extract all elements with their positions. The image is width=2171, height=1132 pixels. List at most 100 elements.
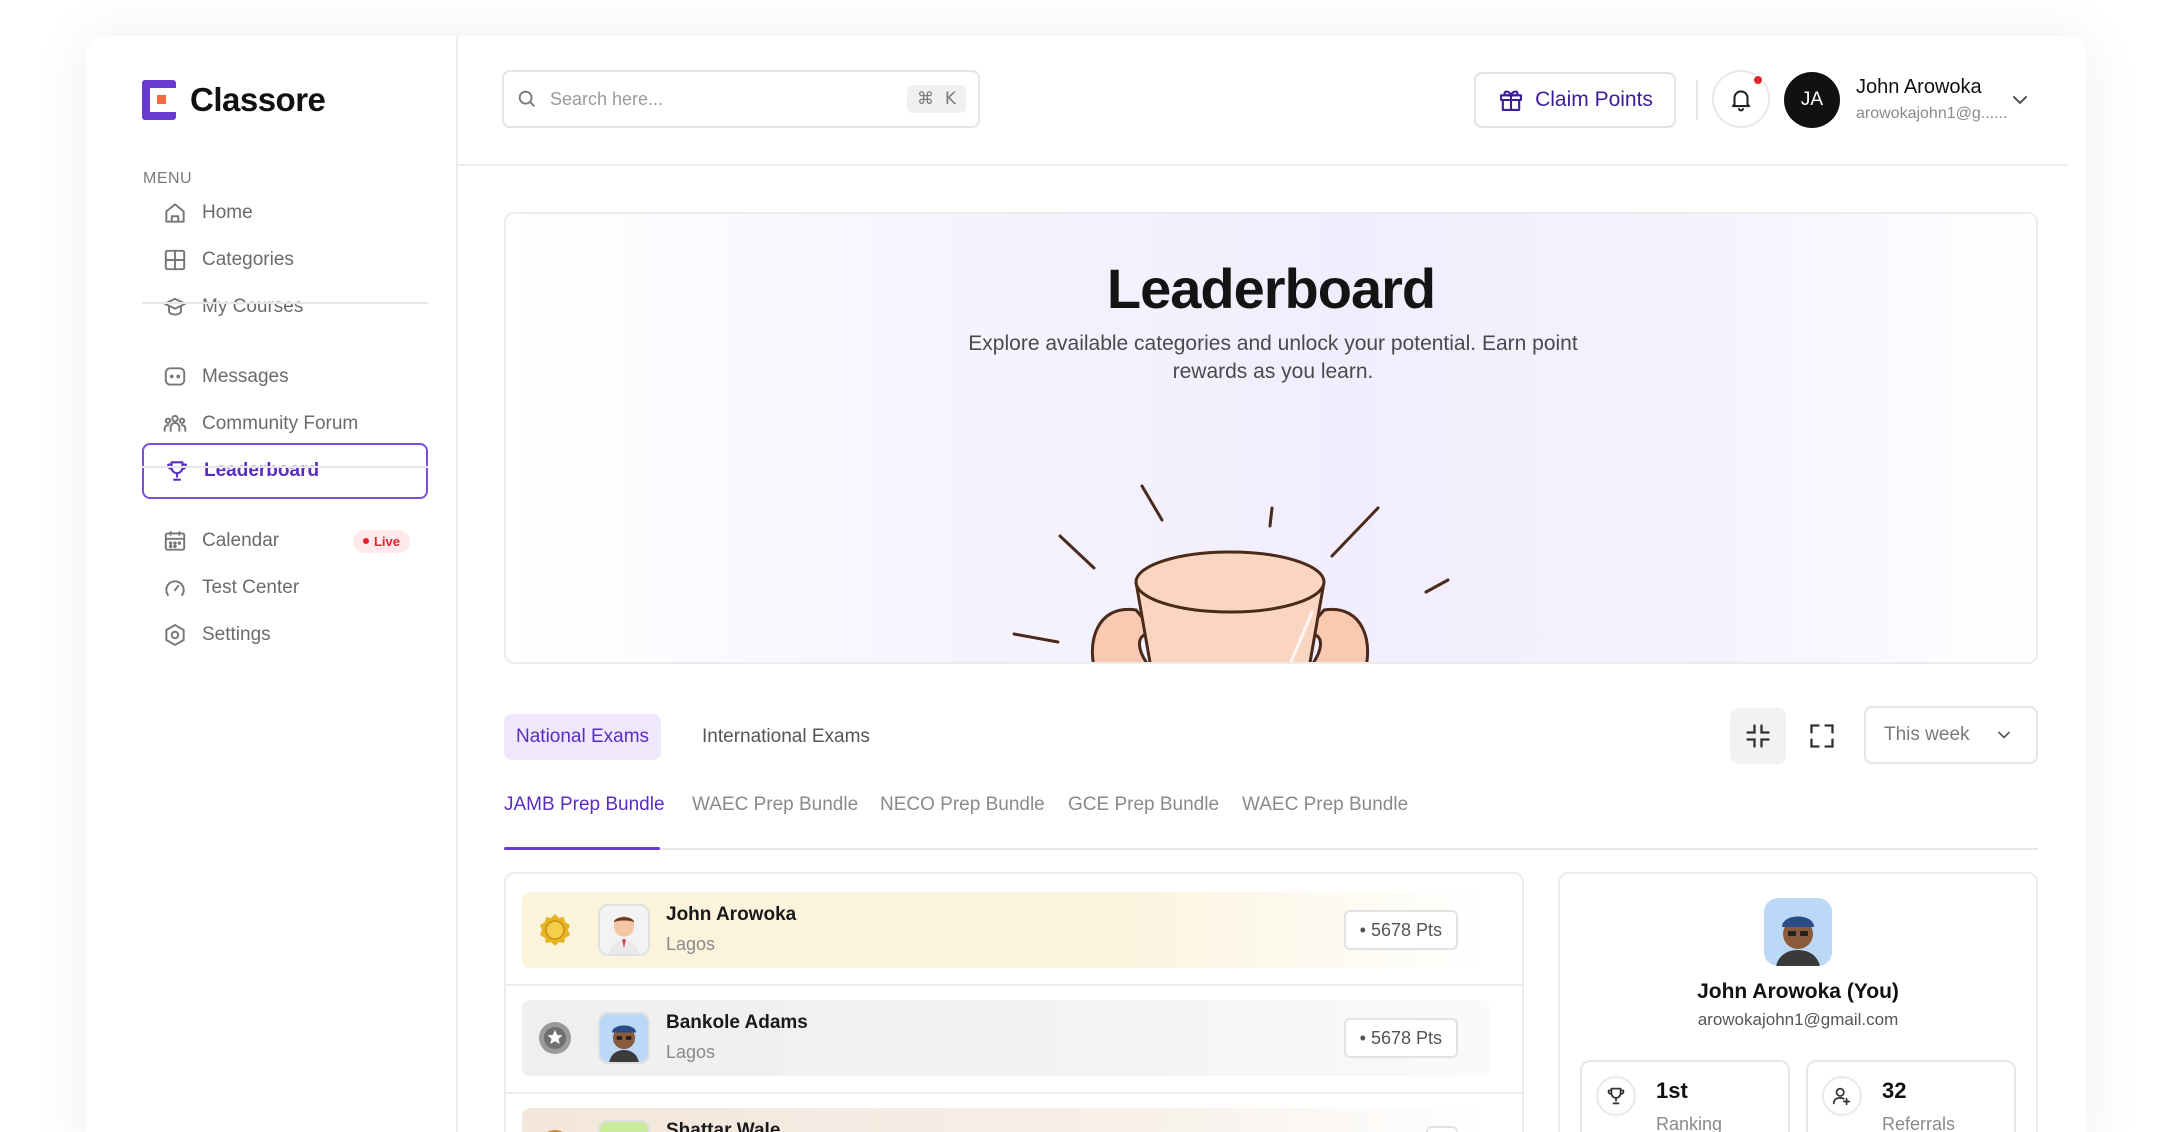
user-plus-icon [1832,1087,1851,1106]
grid-icon [164,249,186,271]
expand-view-button[interactable] [1794,708,1850,764]
trophy-icon [1607,1087,1625,1105]
points-badge: • 5678 Pts [1343,1018,1458,1058]
tab-gce-prep-bundle[interactable]: GCE Prep Bundle [1068,794,1219,850]
sidebar: Classore MENU Home Categories My Courses… [86,36,458,1132]
claim-points-label: Claim Points [1535,88,1653,111]
user-email: arowokajohn1@g...... [1856,105,2008,122]
top-bar: ⌘ K Claim Points JA John Arowoka arowoka… [458,36,2068,166]
message-icon [164,367,186,386]
player-location: Lagos [666,934,716,954]
ranking-label: Ranking [1656,1114,1723,1132]
referrals-label: Referrals [1882,1114,1956,1132]
users-icon [163,414,187,432]
live-dot-icon [362,538,369,544]
ranking-value: 1st [1656,1078,1688,1103]
tab-neco-prep-bundle[interactable]: NECO Prep Bundle [880,794,1045,850]
avatar [598,1120,650,1132]
calendar-icon [164,531,186,551]
classore-logo-icon [142,80,176,120]
sidebar-item-label: Categories [202,249,294,270]
points-badge: • 5678 Pts [1343,910,1458,950]
leaderboard-row[interactable]: John Arowoka Lagos • 5678 Pts [522,892,1490,968]
nav-divider [142,302,428,304]
search-box[interactable]: ⌘ K [502,70,980,128]
tab-national-exams[interactable]: National Exams [504,714,662,760]
avatar [598,904,650,956]
chevron-down-icon [1997,731,2010,739]
notifications-button[interactable] [1712,70,1770,128]
tab-waec-prep-bundle[interactable]: WAEC Prep Bundle [692,794,858,850]
sidebar-item-label: My Courses [202,296,304,317]
bundle-tabs: JAMB Prep Bundle WAEC Prep Bundle NECO P… [504,770,2038,850]
nav-divider [142,466,428,468]
page-subtitle: Explore available categories and unlock … [968,332,1578,383]
header-divider [1696,80,1698,120]
period-select[interactable]: This week [1864,706,2038,764]
shortcut-key: K [944,89,956,109]
sidebar-item-label: Home [202,202,253,223]
avatar-illustration [609,1025,639,1062]
trophy-icon [167,461,187,481]
row-divider [506,984,1522,986]
bell-icon [1731,90,1751,112]
app-name: Classore [190,81,326,118]
trophy-illustration [1012,484,1450,662]
leaderboard-hero: Leaderboard Explore available categories… [504,212,2038,664]
tab-waec-prep-bundle-2[interactable]: WAEC Prep Bundle [1242,794,1408,850]
search-shortcut: ⌘ K [907,85,966,113]
stat-icon [1822,1076,1862,1116]
sidebar-item-label: Messages [202,366,289,387]
my-profile-card: John Arowoka (You) arowokajohn1@gmail.co… [1558,872,2038,1132]
period-selected-value: This week [1884,724,1970,745]
avatar-illustration [609,916,639,954]
sidebar-item-label: Calendar [202,530,280,551]
leaderboard-row[interactable]: Shattar Wale [522,1108,1490,1132]
user-avatar[interactable]: JA [1784,72,1840,128]
stat-icon [1596,1076,1636,1116]
command-key-icon: ⌘ [917,89,935,109]
collapse-view-button[interactable] [1730,708,1786,764]
gift-icon [1500,90,1523,111]
graduation-cap-icon [163,297,187,316]
search-icon [518,90,535,107]
silver-medal-icon [539,1022,571,1054]
bundle-tab-label: JAMB Prep Bundle [504,794,665,815]
gauge-icon [165,580,185,597]
profile-email: arowokajohn1@gmail.com [1697,1010,1899,1029]
sidebar-item-settings[interactable]: Settings [142,607,428,663]
chevron-down-icon[interactable] [2008,88,2032,112]
logo[interactable]: Classore [142,80,326,120]
sidebar-item-label: Settings [202,624,271,645]
tab-international-exams[interactable]: International Exams [690,714,882,760]
player-location: Lagos [666,1042,716,1062]
profile-name: John Arowoka (You) [1697,980,1899,1003]
home-icon [165,203,185,223]
avatar-illustration [600,1122,648,1132]
leaderboard-list: John Arowoka Lagos • 5678 Pts Bankole Ad… [504,872,1524,1132]
row-divider [506,1092,1522,1094]
sidebar-item-leaderboard[interactable]: Leaderboard [142,443,428,499]
claim-points-button[interactable]: Claim Points [1474,72,1676,128]
gold-medal-icon [540,914,570,946]
points-badge [1426,1126,1458,1132]
referrals-value: 32 [1882,1078,1907,1103]
tab-jamb-prep-bundle[interactable]: JAMB Prep Bundle [504,794,665,850]
avatar-illustration [1776,916,1820,966]
avatar [1764,898,1832,966]
sidebar-item-label: Test Center [202,577,300,598]
maximize-icon [1810,724,1834,748]
sidebar-item-label: Community Forum [202,413,359,434]
search-input[interactable] [550,88,896,110]
referrals-stat: 32 Referrals [1806,1060,2016,1132]
player-name: Bankole Adams [666,1012,808,1033]
ranking-stat: 1st Ranking [1580,1060,1790,1132]
leaderboard-row[interactable]: Bankole Adams Lagos • 5678 Pts [522,1000,1490,1076]
avatar [598,1012,650,1064]
minimize-icon [1746,724,1770,748]
sidebar-item-my-courses[interactable]: My Courses [142,279,428,335]
player-name: John Arowoka [666,904,797,925]
active-tab-indicator [504,847,660,850]
user-name: John Arowoka [1856,76,1982,98]
sidebar-item-label: Leaderboard [204,460,320,481]
